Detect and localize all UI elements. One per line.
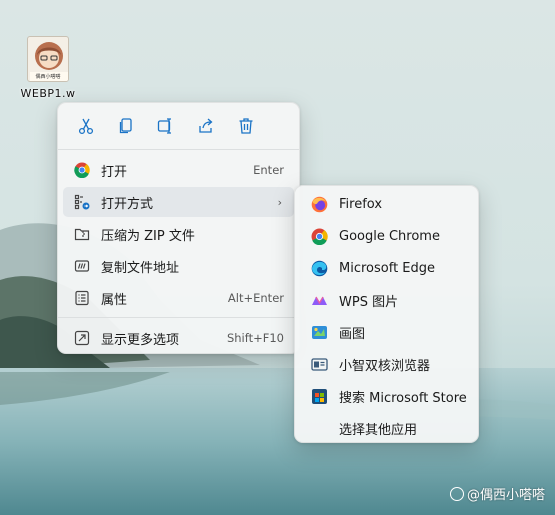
submenu-item-microsoft-edge[interactable]: Microsoft Edge: [300, 253, 473, 283]
submenu-item-xiaozhi-browser[interactable]: 小智双核浏览器: [300, 349, 473, 379]
menu-item-properties[interactable]: 属性 Alt+Enter: [63, 283, 294, 313]
delete-button[interactable]: [226, 111, 266, 141]
menu-item-label: 显示更多选项: [101, 332, 180, 348]
cut-button[interactable]: [66, 111, 106, 141]
menu-item-show-more-options[interactable]: 显示更多选项 Shift+F10: [63, 323, 294, 353]
submenu-item-google-chrome[interactable]: Google Chrome: [300, 221, 473, 251]
context-toolbar: [66, 111, 266, 141]
submenu-item-search-store[interactable]: 搜索 Microsoft Store: [300, 381, 473, 411]
menu-item-label: 属性: [101, 292, 128, 308]
share-button[interactable]: [186, 111, 226, 141]
edge-icon: [310, 259, 328, 277]
delete-icon: [239, 118, 253, 134]
watermark-text: @偶西小嗒嗒: [466, 488, 545, 503]
shortcut-text: Enter: [253, 163, 284, 177]
context-menu: 打开 Enter 打开方式 › 压缩为 ZIP 文件 复制文件地址 属性 Alt…: [57, 102, 300, 354]
chrome-icon: [310, 227, 328, 245]
more-options-icon: [73, 329, 91, 347]
thumbnail-text: 偶西小嗒嗒: [35, 74, 61, 80]
copy-button[interactable]: [106, 111, 146, 141]
submenu-item-label: WPS 图片: [339, 294, 399, 310]
menu-item-open[interactable]: 打开 Enter: [63, 155, 294, 185]
submenu-item-label: 搜索 Microsoft Store: [339, 390, 467, 406]
wps-pictures-icon: [310, 291, 328, 309]
submenu-item-label: 小智双核浏览器: [339, 358, 431, 374]
desktop-file-icon[interactable]: 偶西小嗒嗒 WEBP1.w: [16, 36, 80, 100]
submenu-item-paint[interactable]: 画图: [300, 317, 473, 347]
menu-item-label: 打开: [101, 164, 128, 180]
copy-icon: [119, 118, 132, 134]
menu-item-open-with[interactable]: 打开方式 ›: [63, 187, 294, 217]
xiaozhi-browser-icon: [310, 355, 328, 373]
watermark-icon: [449, 486, 464, 501]
store-icon: [310, 387, 328, 405]
submenu-item-firefox[interactable]: Firefox: [300, 189, 473, 219]
open-with-icon: [73, 193, 91, 211]
watermark: @偶西小嗒嗒: [449, 484, 545, 503]
properties-icon: [73, 289, 91, 307]
image-thumbnail: 偶西小嗒嗒: [27, 36, 69, 82]
firefox-icon: [310, 195, 328, 213]
shortcut-text: Shift+F10: [226, 331, 284, 345]
submenu-item-label: Firefox: [339, 196, 383, 212]
menu-item-compress-zip[interactable]: 压缩为 ZIP 文件: [63, 219, 294, 249]
paint-icon: [310, 323, 328, 341]
submenu-item-wps-pictures[interactable]: WPS 图片: [300, 285, 473, 315]
submenu-item-label: Google Chrome: [339, 228, 440, 244]
file-name-label: WEBP1.w: [20, 87, 76, 100]
shortcut-text: Alt+Enter: [227, 291, 284, 305]
submenu-item-label: 选择其他应用: [339, 422, 418, 438]
share-icon: [199, 118, 213, 133]
open-with-submenu: Firefox Google Chrome Microsoft Edge WPS…: [294, 185, 479, 443]
menu-item-copy-path[interactable]: 复制文件地址: [63, 251, 294, 281]
submenu-item-label: 画图: [339, 326, 366, 342]
rename-button[interactable]: [146, 111, 186, 141]
menu-item-label: 压缩为 ZIP 文件: [101, 228, 195, 244]
menu-item-label: 复制文件地址: [101, 260, 180, 276]
menu-item-label: 打开方式: [101, 196, 154, 212]
submenu-item-label: Microsoft Edge: [339, 260, 436, 276]
menu-separator: [58, 317, 299, 318]
submenu-item-choose-other-app[interactable]: 选择其他应用: [300, 413, 473, 443]
copy-path-icon: [73, 257, 91, 275]
chevron-right-icon: ›: [277, 195, 282, 209]
chrome-icon: [73, 161, 91, 179]
rename-icon: [157, 118, 171, 134]
menu-separator: [58, 149, 299, 150]
cut-icon: [78, 118, 94, 135]
zip-folder-icon: [73, 225, 91, 243]
